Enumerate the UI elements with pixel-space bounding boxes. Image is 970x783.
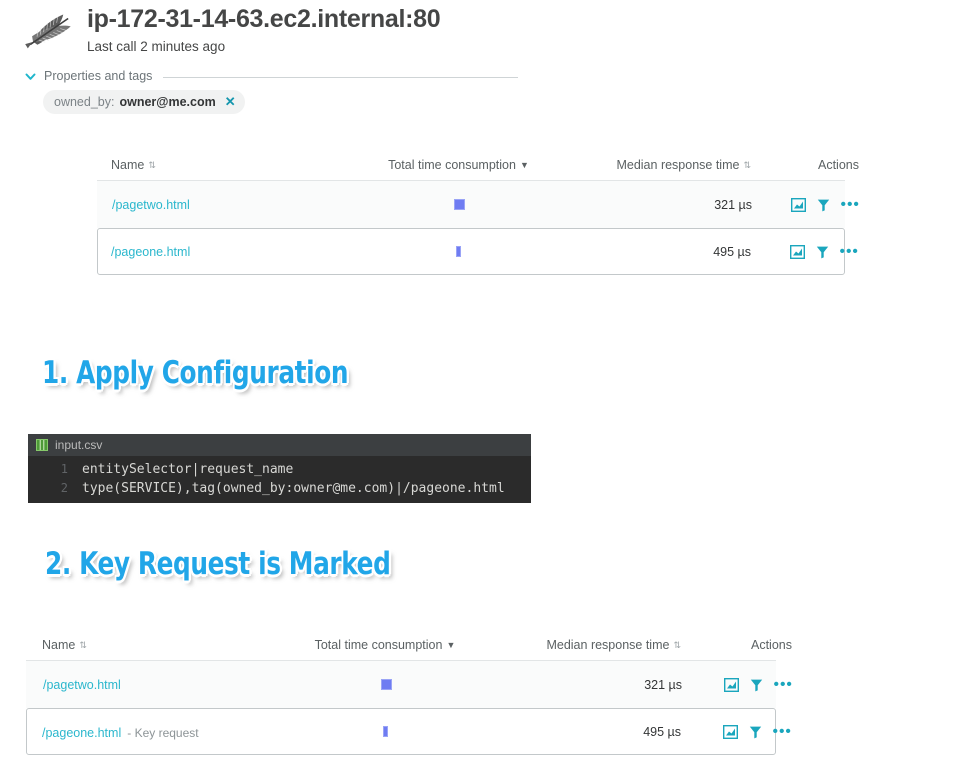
request-name-link[interactable]: /pagetwo.html [43, 678, 121, 692]
code-block-input-csv: input.csv 1 entitySelector|request_name … [28, 434, 531, 503]
sort-both-icon[interactable]: ⇅ [673, 641, 681, 650]
more-icon[interactable]: ••• [840, 244, 859, 259]
filter-icon[interactable] [817, 198, 830, 212]
tag-key: owned_by: [54, 95, 114, 109]
column-header-median-time[interactable]: Median response time ⇅ [576, 158, 751, 180]
column-header-name[interactable]: Name ⇅ [97, 158, 341, 180]
key-request-indicator [209, 723, 223, 741]
column-header-actions: Actions [751, 158, 873, 180]
requests-table-after: Name ⇅ Total time consumption▼ Median res… [26, 630, 776, 755]
table-header-row: Name ⇅ Total time consumption▼ Median res… [26, 630, 776, 661]
sort-desc-icon[interactable]: ▼ [446, 641, 455, 650]
sort-desc-icon[interactable]: ▼ [520, 161, 529, 170]
row-actions: ••• [681, 724, 805, 739]
filter-icon[interactable] [816, 245, 829, 259]
median-response-time-value: 495 µs [503, 725, 681, 739]
filter-icon[interactable] [750, 678, 763, 692]
sort-both-icon[interactable]: ⇅ [743, 161, 751, 170]
table-row[interactable]: /pageone.html- Key request 495 µs ••• [26, 708, 776, 755]
close-icon[interactable]: ✕ [225, 94, 236, 110]
table-row[interactable]: /pageone.html 495 µs ••• [97, 228, 845, 275]
request-name-link[interactable]: /pagetwo.html [112, 198, 190, 212]
apache-feather-icon [20, 8, 80, 54]
more-icon[interactable]: ••• [773, 724, 792, 739]
requests-table-before: Name ⇅ Total time consumption ▼ Median res… [97, 150, 845, 275]
total-time-bar [454, 199, 465, 210]
column-header-total-time-label: Total time consumption [315, 638, 443, 652]
column-header-name[interactable]: Name ⇅ [26, 638, 267, 660]
tag-chip-owned-by[interactable]: owned_by: owner@me.com ✕ [43, 90, 245, 114]
table-header-row: Name ⇅ Total time consumption ▼ Median res… [97, 150, 845, 181]
chevron-down-icon[interactable] [24, 70, 37, 83]
chart-icon[interactable] [724, 678, 739, 692]
column-header-name-label: Name [42, 638, 75, 652]
median-response-time-value: 321 µs [504, 678, 682, 692]
row-actions: ••• [682, 677, 807, 692]
column-header-total-time[interactable]: Total time consumption▼ [267, 638, 503, 660]
annotation-step-1: 1. Apply Configuration [42, 355, 348, 391]
column-header-median-time[interactable]: Median response time ⇅ [503, 638, 681, 660]
page-title: ip-172-31-14-63.ec2.internal:80 [87, 5, 440, 34]
sort-both-icon[interactable]: ⇅ [148, 161, 156, 170]
line-number: 2 [28, 479, 82, 497]
column-header-actions: Actions [681, 638, 806, 660]
row-actions: ••• [751, 244, 872, 259]
code-body[interactable]: 1 entitySelector|request_name 2 type(SER… [28, 456, 531, 503]
line-number: 1 [28, 460, 82, 478]
section-divider [163, 77, 518, 78]
properties-and-tags-label: Properties and tags [44, 69, 152, 83]
column-header-median-time-label: Median response time [616, 158, 739, 172]
code-line: 1 entitySelector|request_name [28, 460, 531, 479]
column-header-total-time[interactable]: Total time consumption ▼ [341, 158, 576, 180]
line-text: entitySelector|request_name [82, 461, 293, 479]
code-line: 2 type(SERVICE),tag(owned_by:owner@me.co… [28, 479, 531, 498]
sort-both-icon[interactable]: ⇅ [79, 641, 87, 650]
code-tab-bar: input.csv [28, 434, 531, 456]
column-header-total-time-label: Total time consumption [388, 158, 516, 172]
annotation-step-2: 2. Key Request is Marked [45, 546, 390, 582]
median-response-time-value: 495 µs [576, 245, 751, 259]
total-time-bar [381, 679, 392, 690]
line-text: type(SERVICE),tag(owned_by:owner@me.com)… [82, 480, 505, 498]
request-name-link[interactable]: /pageone.html [42, 726, 121, 740]
more-icon[interactable]: ••• [841, 197, 860, 212]
csv-file-icon [36, 439, 48, 451]
median-response-time-value: 321 µs [577, 198, 752, 212]
row-actions: ••• [752, 197, 874, 212]
code-filename: input.csv [55, 438, 102, 452]
table-row[interactable]: /pagetwo.html 321 µs ••• [97, 181, 845, 228]
more-icon[interactable]: ••• [774, 677, 793, 692]
properties-and-tags-section[interactable]: Properties and tags [24, 66, 518, 86]
column-header-median-time-label: Median response time [546, 638, 669, 652]
last-call-status: Last call 2 minutes ago [87, 39, 225, 54]
chart-icon[interactable] [723, 725, 738, 739]
chart-icon[interactable] [790, 245, 805, 259]
column-header-name-label: Name [111, 158, 144, 172]
chart-icon[interactable] [791, 198, 806, 212]
filter-icon[interactable] [749, 725, 762, 739]
request-name-link[interactable]: /pageone.html [111, 245, 190, 259]
total-time-bar [456, 246, 461, 257]
key-request-badge: - Key request [127, 726, 198, 740]
total-time-bar [383, 726, 388, 737]
tag-value: owner@me.com [119, 95, 215, 109]
table-row[interactable]: /pagetwo.html 321 µs ••• [26, 661, 776, 708]
